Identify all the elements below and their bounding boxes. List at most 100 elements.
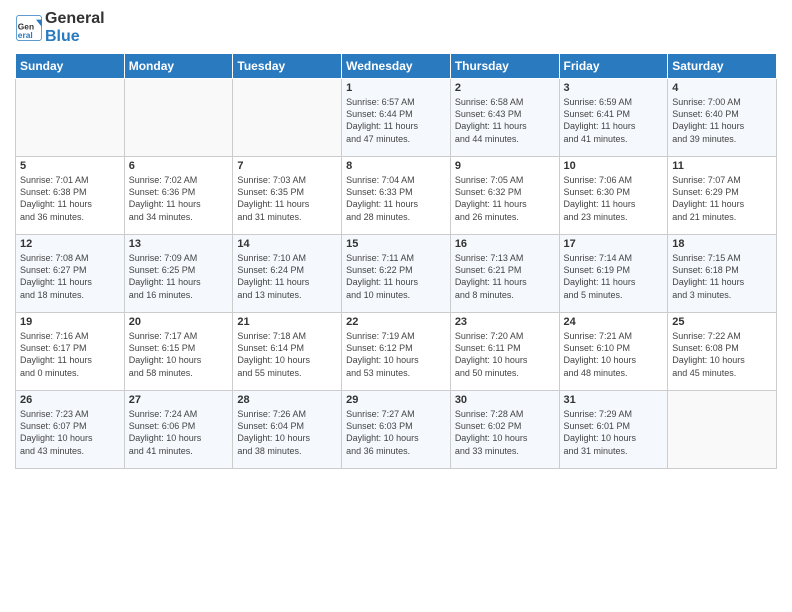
day-info: Sunrise: 7:04 AM Sunset: 6:33 PM Dayligh… <box>346 174 446 223</box>
day-info: Sunrise: 7:08 AM Sunset: 6:27 PM Dayligh… <box>20 252 120 301</box>
week-row-2: 5 Sunrise: 7:01 AM Sunset: 6:38 PM Daylig… <box>16 157 777 235</box>
day-cell: 16 Sunrise: 7:13 AM Sunset: 6:21 PM Dayli… <box>450 235 559 313</box>
day-number: 17 <box>564 238 664 250</box>
day-info: Sunrise: 6:57 AM Sunset: 6:44 PM Dayligh… <box>346 96 446 145</box>
day-cell: 23 Sunrise: 7:20 AM Sunset: 6:11 PM Dayli… <box>450 313 559 391</box>
day-info: Sunrise: 7:06 AM Sunset: 6:30 PM Dayligh… <box>564 174 664 223</box>
logo-icon: Gen eral <box>15 14 43 42</box>
day-info: Sunrise: 7:13 AM Sunset: 6:21 PM Dayligh… <box>455 252 555 301</box>
day-info: Sunrise: 7:27 AM Sunset: 6:03 PM Dayligh… <box>346 408 446 457</box>
day-number: 20 <box>129 316 229 328</box>
day-cell: 3 Sunrise: 6:59 AM Sunset: 6:41 PM Daylig… <box>559 79 668 157</box>
day-number: 7 <box>237 160 337 172</box>
day-number: 24 <box>564 316 664 328</box>
day-cell: 20Sunrise: 7:17 AM Sunset: 6:15 PM Dayli… <box>124 313 233 391</box>
day-info: Sunrise: 7:05 AM Sunset: 6:32 PM Dayligh… <box>455 174 555 223</box>
day-info: Sunrise: 7:03 AM Sunset: 6:35 PM Dayligh… <box>237 174 337 223</box>
day-number: 25 <box>672 316 772 328</box>
day-cell: 11 Sunrise: 7:07 AM Sunset: 6:29 PM Dayli… <box>668 157 777 235</box>
day-number: 4 <box>672 82 772 94</box>
day-number: 3 <box>564 82 664 94</box>
header-cell-thursday: Thursday <box>450 54 559 79</box>
header-row: SundayMondayTuesdayWednesdayThursdayFrid… <box>16 54 777 79</box>
day-number: 6 <box>129 160 229 172</box>
day-info: Sunrise: 6:59 AM Sunset: 6:41 PM Dayligh… <box>564 96 664 145</box>
day-number: 12 <box>20 238 120 250</box>
day-cell: 12 Sunrise: 7:08 AM Sunset: 6:27 PM Dayli… <box>16 235 125 313</box>
day-cell: 10 Sunrise: 7:06 AM Sunset: 6:30 PM Dayli… <box>559 157 668 235</box>
day-cell <box>124 79 233 157</box>
day-cell: 19 Sunrise: 7:16 AM Sunset: 6:17 PM Dayli… <box>16 313 125 391</box>
day-info: Sunrise: 7:11 AM Sunset: 6:22 PM Dayligh… <box>346 252 446 301</box>
day-number: 1 <box>346 82 446 94</box>
day-number: 23 <box>455 316 555 328</box>
day-cell: 6 Sunrise: 7:02 AM Sunset: 6:36 PM Daylig… <box>124 157 233 235</box>
day-cell: 28 Sunrise: 7:26 AM Sunset: 6:04 PM Dayli… <box>233 391 342 469</box>
header: Gen eral General Blue <box>15 10 777 45</box>
header-cell-friday: Friday <box>559 54 668 79</box>
day-info: Sunrise: 7:01 AM Sunset: 6:38 PM Dayligh… <box>20 174 120 223</box>
day-info: Sunrise: 7:07 AM Sunset: 6:29 PM Dayligh… <box>672 174 772 223</box>
day-cell: 22 Sunrise: 7:19 AM Sunset: 6:12 PM Dayli… <box>342 313 451 391</box>
day-number: 28 <box>237 394 337 406</box>
day-cell: 7 Sunrise: 7:03 AM Sunset: 6:35 PM Daylig… <box>233 157 342 235</box>
day-cell: 31Sunrise: 7:29 AM Sunset: 6:01 PM Dayli… <box>559 391 668 469</box>
day-number: 10 <box>564 160 664 172</box>
day-info: Sunrise: 6:58 AM Sunset: 6:43 PM Dayligh… <box>455 96 555 145</box>
day-cell: 24 Sunrise: 7:21 AM Sunset: 6:10 PM Dayli… <box>559 313 668 391</box>
day-number: 11 <box>672 160 772 172</box>
day-number: 15 <box>346 238 446 250</box>
day-cell: 14 Sunrise: 7:10 AM Sunset: 6:24 PM Dayli… <box>233 235 342 313</box>
week-row-5: 26 Sunrise: 7:23 AM Sunset: 6:07 PM Dayli… <box>16 391 777 469</box>
day-cell: 29 Sunrise: 7:27 AM Sunset: 6:03 PM Dayli… <box>342 391 451 469</box>
day-cell <box>233 79 342 157</box>
day-number: 16 <box>455 238 555 250</box>
day-info: Sunrise: 7:02 AM Sunset: 6:36 PM Dayligh… <box>129 174 229 223</box>
day-cell: 30 Sunrise: 7:28 AM Sunset: 6:02 PM Dayli… <box>450 391 559 469</box>
day-info: Sunrise: 7:16 AM Sunset: 6:17 PM Dayligh… <box>20 330 120 379</box>
day-info: Sunrise: 7:28 AM Sunset: 6:02 PM Dayligh… <box>455 408 555 457</box>
day-info: Sunrise: 7:21 AM Sunset: 6:10 PM Dayligh… <box>564 330 664 379</box>
day-number: 22 <box>346 316 446 328</box>
day-info: Sunrise: 7:09 AM Sunset: 6:25 PM Dayligh… <box>129 252 229 301</box>
day-cell: 5 Sunrise: 7:01 AM Sunset: 6:38 PM Daylig… <box>16 157 125 235</box>
day-number: 9 <box>455 160 555 172</box>
day-number: 18 <box>672 238 772 250</box>
day-number: 19 <box>20 316 120 328</box>
day-number: 26 <box>20 394 120 406</box>
day-cell: 21 Sunrise: 7:18 AM Sunset: 6:14 PM Dayli… <box>233 313 342 391</box>
day-info: Sunrise: 7:23 AM Sunset: 6:07 PM Dayligh… <box>20 408 120 457</box>
day-number: 29 <box>346 394 446 406</box>
day-cell: 26 Sunrise: 7:23 AM Sunset: 6:07 PM Dayli… <box>16 391 125 469</box>
day-cell: 18 Sunrise: 7:15 AM Sunset: 6:18 PM Dayli… <box>668 235 777 313</box>
day-number: 5 <box>20 160 120 172</box>
day-cell: 25Sunrise: 7:22 AM Sunset: 6:08 PM Dayli… <box>668 313 777 391</box>
logo: Gen eral General Blue <box>15 10 105 45</box>
day-number: 21 <box>237 316 337 328</box>
day-cell <box>16 79 125 157</box>
day-cell: 15 Sunrise: 7:11 AM Sunset: 6:22 PM Dayli… <box>342 235 451 313</box>
day-info: Sunrise: 7:29 AM Sunset: 6:01 PM Dayligh… <box>564 408 664 457</box>
day-info: Sunrise: 7:10 AM Sunset: 6:24 PM Dayligh… <box>237 252 337 301</box>
day-cell: 2 Sunrise: 6:58 AM Sunset: 6:43 PM Daylig… <box>450 79 559 157</box>
day-info: Sunrise: 7:18 AM Sunset: 6:14 PM Dayligh… <box>237 330 337 379</box>
header-cell-tuesday: Tuesday <box>233 54 342 79</box>
logo-text: General Blue <box>45 10 105 45</box>
calendar-table: SundayMondayTuesdayWednesdayThursdayFrid… <box>15 53 777 469</box>
day-info: Sunrise: 7:00 AM Sunset: 6:40 PM Dayligh… <box>672 96 772 145</box>
day-cell <box>668 391 777 469</box>
day-cell: 1 Sunrise: 6:57 AM Sunset: 6:44 PM Daylig… <box>342 79 451 157</box>
day-info: Sunrise: 7:19 AM Sunset: 6:12 PM Dayligh… <box>346 330 446 379</box>
day-cell: 17 Sunrise: 7:14 AM Sunset: 6:19 PM Dayli… <box>559 235 668 313</box>
week-row-1: 1 Sunrise: 6:57 AM Sunset: 6:44 PM Daylig… <box>16 79 777 157</box>
day-number: 14 <box>237 238 337 250</box>
day-number: 2 <box>455 82 555 94</box>
day-info: Sunrise: 7:26 AM Sunset: 6:04 PM Dayligh… <box>237 408 337 457</box>
day-number: 30 <box>455 394 555 406</box>
day-cell: 13Sunrise: 7:09 AM Sunset: 6:25 PM Dayli… <box>124 235 233 313</box>
day-info: Sunrise: 7:14 AM Sunset: 6:19 PM Dayligh… <box>564 252 664 301</box>
day-info: Sunrise: 7:15 AM Sunset: 6:18 PM Dayligh… <box>672 252 772 301</box>
day-number: 8 <box>346 160 446 172</box>
day-info: Sunrise: 7:20 AM Sunset: 6:11 PM Dayligh… <box>455 330 555 379</box>
day-info: Sunrise: 7:24 AM Sunset: 6:06 PM Dayligh… <box>129 408 229 457</box>
